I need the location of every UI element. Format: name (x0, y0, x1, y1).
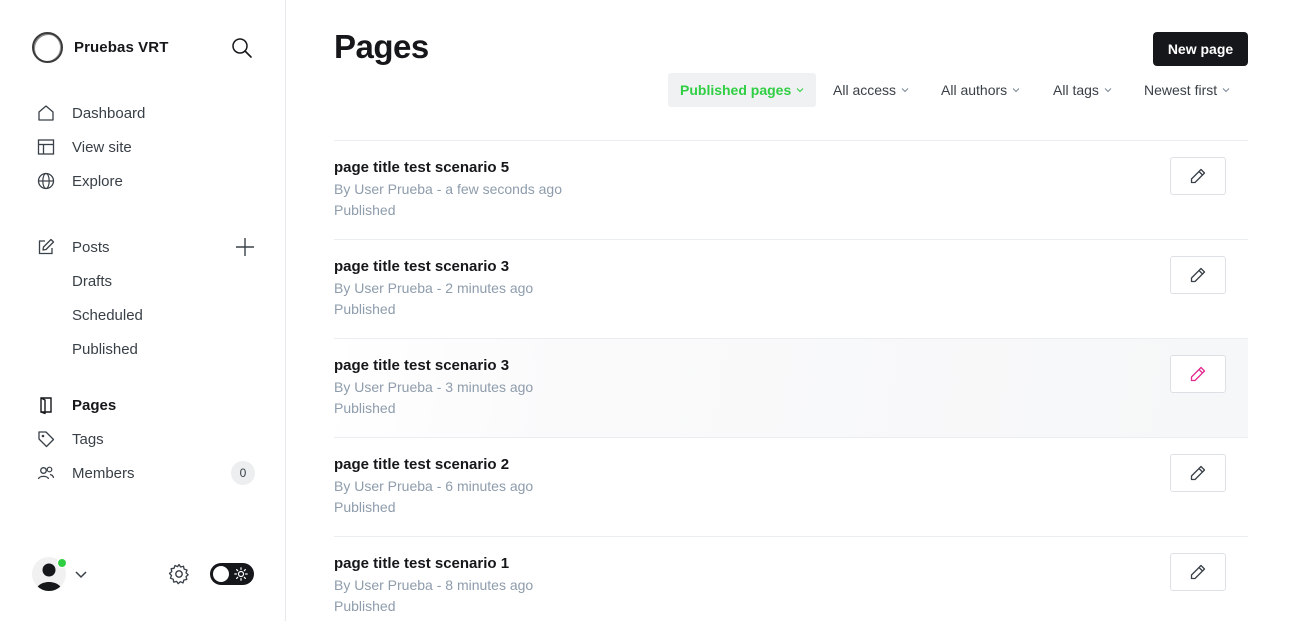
sidebar-item-dashboard[interactable]: Dashboard (36, 100, 145, 126)
sun-icon (234, 567, 248, 581)
page-item-meta: By User Prueba - 2 minutes ago (334, 280, 534, 296)
layout-icon (36, 137, 56, 157)
sidebar-item-scheduled[interactable]: Scheduled (72, 303, 143, 327)
filter-type[interactable]: Published pages (668, 73, 817, 107)
edit-page-button[interactable] (1170, 454, 1226, 492)
house-icon (36, 103, 56, 123)
globe-icon (36, 171, 56, 191)
sidebar: Pruebas VRT Dashboard View site Explore … (0, 0, 286, 621)
sidebar-item-published[interactable]: Published (72, 337, 138, 361)
page-item-title: page title test scenario 2 (334, 456, 510, 473)
page-item-status: Published (334, 202, 396, 218)
page-item-title: page title test scenario 5 (334, 159, 510, 176)
sidebar-item-drafts[interactable]: Drafts (72, 269, 112, 293)
pencil-icon (1190, 564, 1206, 580)
site-name: Pruebas VRT (74, 39, 169, 56)
gear-icon[interactable] (167, 562, 191, 586)
edit-page-button[interactable] (1170, 553, 1226, 591)
sidebar-item-label: Tags (72, 430, 104, 448)
list-item[interactable]: page title test scenario 3 By User Prueb… (334, 239, 1248, 338)
list-item[interactable]: page title test scenario 5 By User Prueb… (334, 140, 1248, 239)
new-post-plus-icon[interactable] (234, 236, 256, 258)
pencil-icon (1190, 267, 1206, 283)
filter-tags[interactable]: All tags (1053, 73, 1112, 107)
chevron-down-icon (1012, 88, 1020, 93)
page-item-status: Published (334, 400, 396, 416)
sidebar-item-pages[interactable]: Pages (36, 392, 116, 418)
brand[interactable]: Pruebas VRT (32, 32, 168, 63)
filter-label: Published pages (680, 82, 792, 98)
page-item-title: page title test scenario 3 (334, 357, 510, 374)
edit-page-button[interactable] (1170, 157, 1226, 195)
online-status-dot (57, 558, 67, 568)
new-page-button[interactable]: New page (1153, 32, 1248, 66)
toggle-knob (213, 566, 229, 582)
list-item[interactable]: page title test scenario 3 By User Prueb… (334, 338, 1248, 437)
main-content: Pages New page Published pages All acces… (286, 0, 1296, 621)
filter-label: All authors (941, 82, 1008, 98)
sidebar-item-members[interactable]: Members (36, 460, 135, 486)
sidebar-item-label: Dashboard (72, 104, 146, 122)
page-item-meta: By User Prueba - 6 minutes ago (334, 478, 534, 494)
filter-label: All tags (1053, 82, 1099, 98)
filter-label: All access (833, 82, 897, 98)
page-item-status: Published (334, 499, 396, 515)
page-title: Pages (334, 28, 429, 65)
pencil-icon (1190, 168, 1206, 184)
sidebar-item-label: Explore (72, 172, 123, 190)
user-menu[interactable] (32, 557, 90, 591)
page-item-status: Published (334, 598, 396, 614)
sidebar-item-view-site[interactable]: View site (36, 134, 132, 160)
sidebar-item-label: Members (72, 464, 135, 482)
filter-access[interactable]: All access (833, 73, 909, 107)
sidebar-item-tags[interactable]: Tags (36, 426, 104, 452)
edit-page-button[interactable] (1170, 355, 1226, 393)
filter-label: Newest first (1144, 82, 1218, 98)
pencil-icon (1190, 465, 1206, 481)
search-icon[interactable] (231, 37, 253, 59)
pencil-icon (1190, 366, 1206, 382)
sidebar-item-label: Posts (72, 238, 110, 256)
sidebar-item-posts[interactable]: Posts (36, 234, 110, 260)
sidebar-item-label: Pages (72, 396, 117, 414)
members-count-badge: 0 (231, 461, 255, 485)
sidebar-item-label: View site (72, 138, 132, 156)
list-item[interactable]: page title test scenario 2 By User Prueb… (334, 437, 1248, 536)
page-item-title: page title test scenario 1 (334, 555, 510, 572)
page-item-status: Published (334, 301, 396, 317)
page-icon (36, 395, 56, 415)
tag-icon (36, 429, 56, 449)
page-item-title: page title test scenario 3 (334, 258, 510, 275)
edit-icon (36, 237, 56, 257)
chevron-down-icon (1222, 88, 1230, 93)
edit-page-button[interactable] (1170, 256, 1226, 294)
page-item-meta: By User Prueba - a few seconds ago (334, 181, 563, 197)
page-item-meta: By User Prueba - 8 minutes ago (334, 577, 534, 593)
chevron-down-icon (796, 88, 804, 93)
site-logo (32, 32, 63, 63)
filter-sort[interactable]: Newest first (1144, 73, 1230, 107)
filter-authors[interactable]: All authors (941, 73, 1020, 107)
sidebar-item-explore[interactable]: Explore (36, 168, 123, 194)
members-icon (36, 463, 56, 483)
dark-mode-toggle[interactable] (210, 563, 254, 585)
page-item-meta: By User Prueba - 3 minutes ago (334, 379, 534, 395)
chevron-down-icon (901, 88, 909, 93)
chevron-down-icon (1104, 88, 1112, 93)
chevron-down-icon (74, 567, 88, 586)
list-item[interactable]: page title test scenario 1 By User Prueb… (334, 536, 1248, 621)
